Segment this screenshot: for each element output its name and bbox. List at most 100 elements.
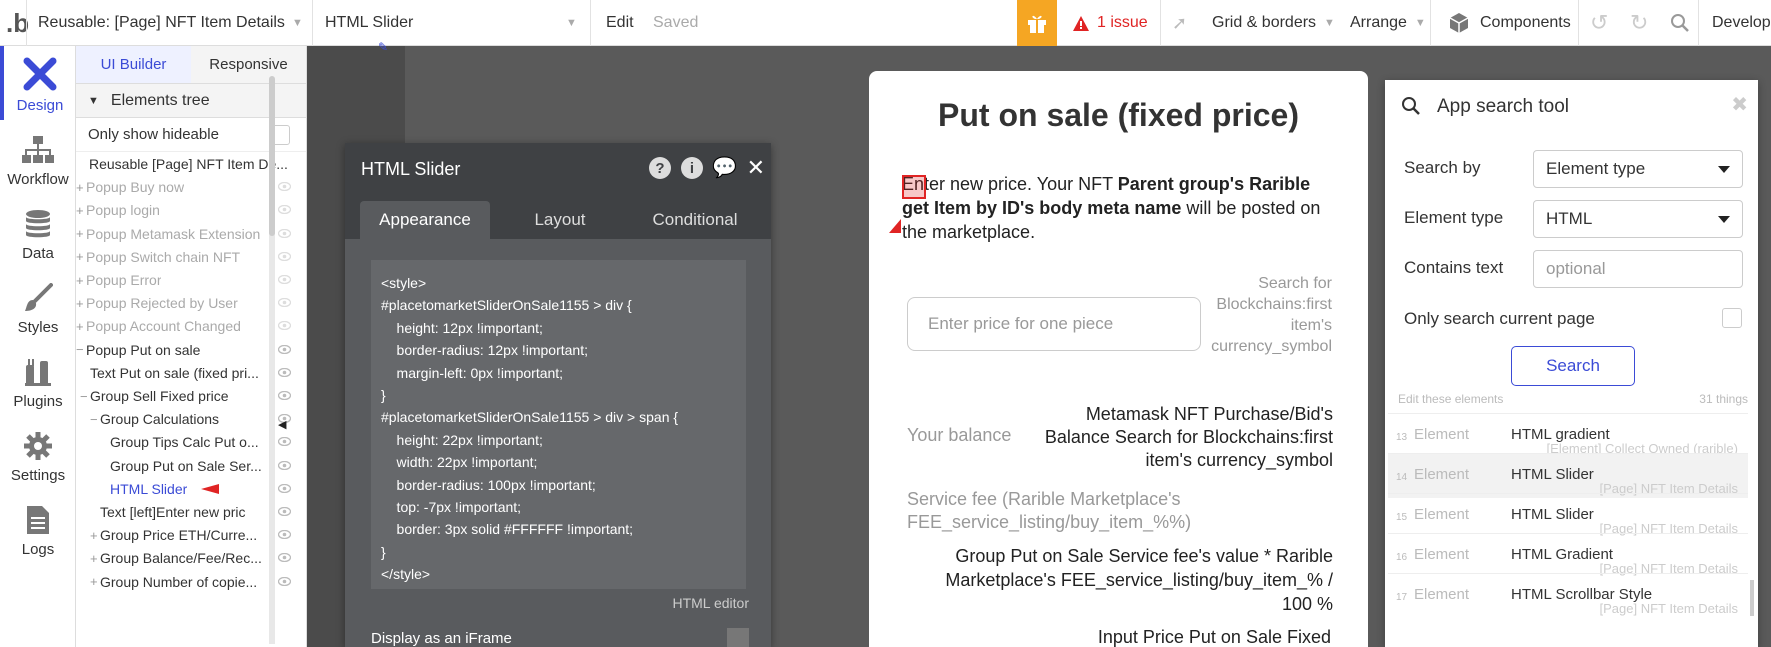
- tree-item[interactable]: + Popup Rejected by User: [76, 291, 298, 315]
- pointer-icon[interactable]: ➚: [1172, 0, 1187, 46]
- tree-scroll-track[interactable]: [269, 174, 275, 644]
- expand-icon[interactable]: +: [76, 273, 86, 288]
- tree-item[interactable]: − Popup Put on sale: [76, 338, 298, 362]
- html-editor-link[interactable]: HTML editor: [672, 595, 749, 611]
- eye-icon[interactable]: [277, 389, 292, 403]
- result-row[interactable]: 14 Element HTML Slider [Page] NFT Item Deta…: [1388, 453, 1748, 498]
- eye-icon[interactable]: [277, 296, 292, 310]
- tree-item[interactable]: Group Tips Calc Put o...: [76, 430, 298, 454]
- close-icon[interactable]: ✕: [747, 155, 765, 181]
- eye-icon[interactable]: [277, 505, 292, 519]
- eye-icon[interactable]: [277, 551, 292, 565]
- eye-icon[interactable]: [277, 227, 292, 241]
- comment-icon[interactable]: 💬: [712, 155, 737, 180]
- nav-logs[interactable]: Logs: [0, 490, 76, 564]
- tab-layout[interactable]: Layout: [495, 201, 625, 239]
- info-icon[interactable]: i: [681, 157, 703, 179]
- tree-item[interactable]: + Popup Buy now: [76, 175, 298, 199]
- gift-button[interactable]: [1017, 0, 1057, 46]
- eye-icon[interactable]: [277, 273, 292, 287]
- iframe-checkbox[interactable]: [727, 628, 749, 647]
- result-row[interactable]: 16 Element HTML Gradient [Page] NFT Item De…: [1388, 533, 1748, 578]
- nav-design[interactable]: Design: [0, 46, 76, 120]
- tree-item[interactable]: Text Put on sale (fixed pri...: [76, 361, 298, 385]
- eye-icon[interactable]: [277, 343, 292, 357]
- issues-button[interactable]: 1 issue: [1073, 0, 1148, 46]
- expand-icon[interactable]: +: [76, 180, 86, 195]
- eye-icon[interactable]: [277, 203, 292, 217]
- nav-plugins[interactable]: Plugins: [0, 342, 76, 416]
- tree-item[interactable]: + Group Balance/Fee/Rec...: [76, 546, 298, 570]
- eye-icon[interactable]: [277, 575, 292, 589]
- tree-item[interactable]: + Popup Account Changed: [76, 314, 298, 338]
- search-icon[interactable]: [1670, 0, 1690, 46]
- selected-element-marker[interactable]: [902, 175, 926, 199]
- eye-icon[interactable]: [277, 180, 292, 194]
- result-row[interactable]: 17 Element HTML Scrollbar Style [Page] NFT …: [1388, 573, 1748, 618]
- tree-item[interactable]: + Popup login: [76, 198, 298, 222]
- collapse-icon[interactable]: −: [80, 389, 90, 404]
- tab-responsive[interactable]: Responsive: [191, 46, 306, 83]
- tab-appearance[interactable]: Appearance: [360, 201, 490, 239]
- nav-settings[interactable]: Settings: [0, 416, 76, 490]
- eye-icon[interactable]: [277, 482, 292, 496]
- result-row[interactable]: 15 Element HTML Slider [Page] NFT Item Deta…: [1388, 493, 1748, 538]
- collapse-panel-icon[interactable]: ◀: [278, 418, 286, 431]
- popup-title[interactable]: Put on sale (fixed price): [869, 97, 1368, 134]
- tree-scroll-thumb[interactable]: [269, 76, 275, 236]
- expand-icon[interactable]: +: [76, 203, 86, 218]
- expand-icon[interactable]: +: [90, 574, 100, 589]
- popup-put-on-sale[interactable]: Put on sale (fixed price) Enter new pric…: [869, 71, 1368, 647]
- collapse-icon[interactable]: −: [90, 412, 100, 427]
- element-type-dropdown[interactable]: HTML: [1533, 200, 1743, 238]
- element-selector[interactable]: HTML Slider: [325, 0, 413, 46]
- expand-icon[interactable]: +: [76, 249, 86, 264]
- intro-text[interactable]: Enter new price. Your NFT Parent group's…: [902, 172, 1322, 244]
- nav-styles[interactable]: Styles: [0, 268, 76, 342]
- tree-item[interactable]: + Popup Metamask Extension: [76, 222, 298, 246]
- tree-item[interactable]: + Group Number of copie...: [76, 570, 298, 594]
- tree-item[interactable]: − Group Sell Fixed price: [76, 384, 298, 408]
- nav-data[interactable]: Data: [0, 194, 76, 268]
- eye-icon[interactable]: [277, 459, 292, 473]
- eye-icon[interactable]: [277, 250, 292, 264]
- expand-icon[interactable]: +: [76, 226, 86, 241]
- collapse-icon[interactable]: −: [76, 342, 86, 357]
- results-scroll-thumb[interactable]: [1750, 580, 1754, 616]
- eye-icon[interactable]: [277, 366, 292, 380]
- eye-icon[interactable]: [277, 319, 292, 333]
- search-button[interactable]: Search: [1511, 346, 1635, 386]
- tree-item[interactable]: + Popup Switch chain NFT: [76, 245, 298, 269]
- only-current-page-checkbox[interactable]: [1722, 308, 1742, 328]
- contains-text-input[interactable]: optional: [1533, 250, 1743, 288]
- tree-item[interactable]: − Group Calculations: [76, 407, 298, 431]
- edit-button[interactable]: Edit: [606, 0, 634, 46]
- develop-menu[interactable]: Develop: [1712, 0, 1771, 46]
- expand-icon[interactable]: +: [76, 319, 86, 334]
- components-button[interactable]: Components: [1448, 0, 1571, 46]
- help-icon[interactable]: ?: [649, 157, 671, 179]
- tree-item[interactable]: Text [left]Enter new pric: [76, 500, 298, 524]
- expand-icon[interactable]: +: [90, 528, 100, 543]
- tree-item[interactable]: Reusable [Page] NFT Item De...: [76, 152, 298, 176]
- tab-ui-builder[interactable]: UI Builder: [76, 46, 191, 83]
- edit-these-elements-link[interactable]: Edit these elements: [1398, 392, 1503, 406]
- close-icon[interactable]: ✖: [1731, 92, 1748, 117]
- tab-conditional[interactable]: Conditional: [630, 201, 760, 239]
- tree-item[interactable]: HTML Slider: [76, 477, 298, 501]
- arrange-menu[interactable]: Arrange ▼: [1350, 0, 1426, 46]
- eye-icon[interactable]: [277, 528, 292, 542]
- expand-icon[interactable]: +: [76, 296, 86, 311]
- price-input[interactable]: Enter price for one piece: [907, 297, 1201, 351]
- tree-item[interactable]: + Group Price ETH/Curre...: [76, 523, 298, 547]
- page-selector[interactable]: Reusable: [Page] NFT Item Details: [38, 0, 285, 46]
- expand-icon[interactable]: +: [90, 551, 100, 566]
- undo-icon[interactable]: ↺: [1590, 0, 1608, 46]
- property-editor-header[interactable]: HTML Slider ? i 💬 ✕: [345, 143, 771, 195]
- html-code-field[interactable]: <style> #placetomarketSliderOnSale1155 >…: [371, 260, 746, 589]
- tree-item[interactable]: + Popup Error: [76, 268, 298, 292]
- tree-item[interactable]: Group Put on Sale Ser...: [76, 454, 298, 478]
- nav-workflow[interactable]: Workflow: [0, 120, 76, 194]
- search-by-dropdown[interactable]: Element type: [1533, 150, 1743, 188]
- redo-icon[interactable]: ↻: [1630, 0, 1648, 46]
